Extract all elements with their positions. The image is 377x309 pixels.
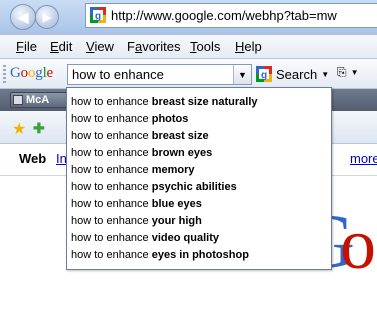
toolbar-search-button[interactable]: g Search ▼ xyxy=(256,64,329,84)
svg-text:g: g xyxy=(95,11,101,22)
mcafee-icon xyxy=(13,95,23,105)
suggestion-item[interactable]: how to enhance photos xyxy=(67,111,331,128)
favorites-star-icon[interactable]: ★ xyxy=(12,119,26,139)
suggestion-item[interactable]: how to enhance your high xyxy=(67,213,331,230)
google-g-icon: g xyxy=(256,66,272,82)
address-bar[interactable]: g http://www.google.com/webhp?tab=mw xyxy=(85,3,377,28)
arrow-left-icon: ◀ xyxy=(17,8,29,25)
forward-button[interactable]: ▶ xyxy=(35,5,59,29)
arrow-right-icon: ▶ xyxy=(42,11,52,24)
menu-file[interactable]: File xyxy=(16,39,37,54)
toolbar-grip[interactable] xyxy=(3,65,6,83)
browser-title-bar: ◀ ▶ g http://www.google.com/webhp?tab=mw xyxy=(0,0,377,34)
search-button-label: Search xyxy=(276,66,318,82)
menu-bar: File Edit View Favorites Tools Help xyxy=(0,34,377,59)
toolbar-search-box[interactable]: ▼ xyxy=(67,64,252,85)
add-favorite-icon[interactable]: ✚ xyxy=(33,120,45,137)
triangle-down-icon: ▼ xyxy=(238,69,247,80)
google-logo-letter-o: o xyxy=(340,204,376,284)
toolbar-search-input[interactable] xyxy=(72,67,232,82)
suggestion-item[interactable]: how to enhance blue eyes xyxy=(67,196,331,213)
tab-web[interactable]: Web xyxy=(19,151,46,166)
mcafee-label: McA xyxy=(26,94,50,106)
suggestion-item[interactable]: how to enhance breast size xyxy=(67,128,331,145)
chevron-down-icon: ▼ xyxy=(350,68,359,77)
menu-view[interactable]: View xyxy=(86,39,114,54)
address-url[interactable]: http://www.google.com/webhp?tab=mw xyxy=(111,8,337,23)
menu-tools[interactable]: Tools xyxy=(190,39,220,54)
suggestion-item[interactable]: how to enhance memory xyxy=(67,162,331,179)
menu-favorites[interactable]: Favorites xyxy=(127,39,180,54)
suggestion-item[interactable]: how to enhance brown eyes xyxy=(67,145,331,162)
google-toolbar: Google ▼ g Search ▼ ⎘ ▼ xyxy=(0,59,377,89)
back-button[interactable]: ◀ xyxy=(10,4,36,30)
mcafee-button[interactable]: McA xyxy=(10,92,70,108)
menu-help[interactable]: Help xyxy=(235,39,262,54)
search-history-dropdown-button[interactable]: ▼ xyxy=(233,65,251,84)
google-favicon-icon: g xyxy=(90,7,106,23)
toolbar-options[interactable]: ⎘ ▼ xyxy=(337,65,359,80)
svg-text:g: g xyxy=(261,70,267,81)
google-toolbar-logo[interactable]: Google xyxy=(10,65,53,82)
suggestion-item[interactable]: how to enhance psychic abilities xyxy=(67,179,331,196)
chevron-down-icon: ▼ xyxy=(321,69,330,79)
suggestion-item[interactable]: how to enhance video quality xyxy=(67,230,331,247)
suggestion-item[interactable]: how to enhance breast size naturally xyxy=(67,94,331,111)
suggestion-item[interactable]: how to enhance eyes in photoshop xyxy=(67,247,331,264)
options-icon: ⎘ xyxy=(337,65,347,79)
menu-edit[interactable]: Edit xyxy=(50,39,72,54)
search-suggestions-dropdown: how to enhance breast size naturally how… xyxy=(66,87,332,270)
more-link[interactable]: more xyxy=(350,151,377,166)
